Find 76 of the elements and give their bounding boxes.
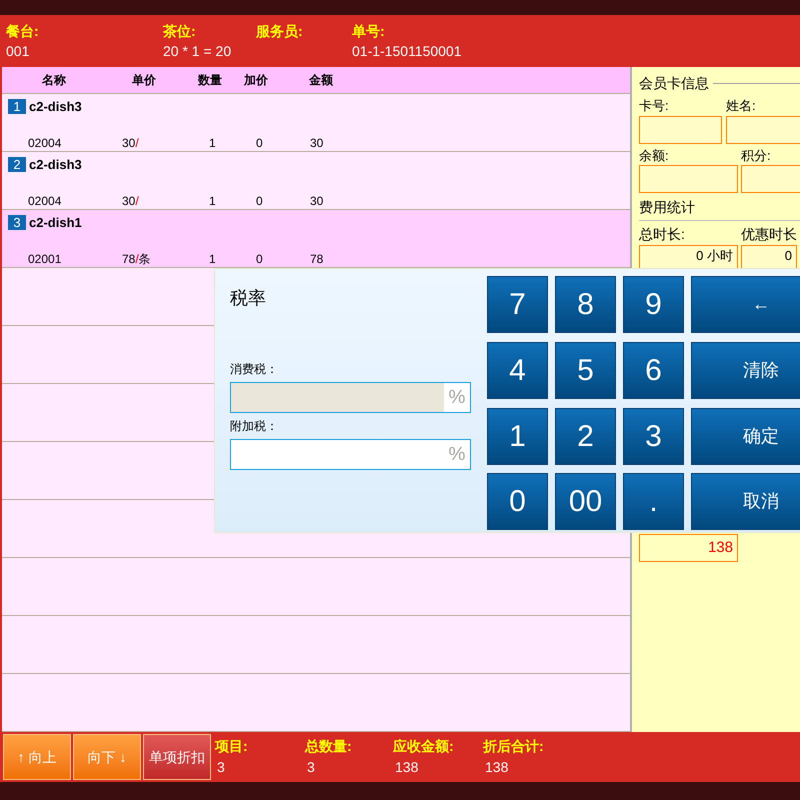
summary-value: 138 <box>394 758 420 777</box>
column-header: 名称 <box>40 72 67 89</box>
quantity: 1 <box>208 192 217 210</box>
dialog-title: 税率 <box>230 287 267 310</box>
summary-label: 项目: <box>215 737 249 756</box>
number-key[interactable]: 00 <box>555 473 616 530</box>
unit-price: 30/ <box>122 134 140 152</box>
field-label: 附加税： <box>230 418 279 435</box>
dish-name: c2-dish3 <box>29 156 82 174</box>
summary-value: 3 <box>306 758 316 777</box>
amount: 78 <box>309 250 324 268</box>
number-key[interactable]: 5 <box>555 342 616 399</box>
number-key[interactable]: 4 <box>487 342 548 399</box>
amount: 30 <box>309 134 324 152</box>
row-number: 3 <box>8 215 26 230</box>
extra-price: 0 <box>255 250 264 268</box>
dish-name: c2-dish3 <box>29 98 82 116</box>
row-number: 1 <box>8 99 26 114</box>
section-title: 会员卡信息 <box>639 74 709 93</box>
dish-code: 02004 <box>28 192 62 210</box>
unit-price: 78/条 <box>122 250 152 268</box>
extra-price: 0 <box>255 134 264 152</box>
header-value: 20 * 1 = 20 <box>163 42 232 61</box>
total-field: 138 <box>639 534 738 562</box>
dish-code: 02004 <box>28 134 62 152</box>
row-number: 2 <box>8 157 26 172</box>
header-label: 服务员: <box>256 22 304 41</box>
percent-sign: % <box>448 386 466 410</box>
section-title: 费用统计 <box>639 197 800 221</box>
order-row[interactable]: 3 c2-dish1 02001 78/条 1 0 78 <box>2 210 630 268</box>
discount-button[interactable]: 单项折扣 <box>143 734 211 780</box>
dish-code: 02001 <box>28 250 62 268</box>
header-label: 单号: <box>352 22 386 41</box>
number-key[interactable]: . <box>623 473 684 530</box>
field-label: 余额: <box>639 146 670 164</box>
summary-value: 138 <box>484 758 510 777</box>
field-label: 消费税： <box>230 361 279 378</box>
summary-value: 3 <box>216 758 226 777</box>
amount: 30 <box>309 192 324 210</box>
quantity: 1 <box>208 250 217 268</box>
number-key[interactable]: 9 <box>623 276 684 333</box>
input-field[interactable] <box>726 116 800 144</box>
header-label: 茶位: <box>163 22 197 41</box>
number-key[interactable]: 0 <box>487 473 548 530</box>
dish-name: c2-dish1 <box>29 214 82 232</box>
summary-label: 总数量: <box>305 737 353 756</box>
summary-label: 应收金额: <box>393 737 455 756</box>
unit-price: 30/ <box>122 192 140 210</box>
input-field[interactable] <box>639 116 722 144</box>
summary-label: 折后合计: <box>483 737 545 756</box>
column-header: 单价 <box>131 72 157 89</box>
field-label: 优惠时长 <box>741 225 798 244</box>
number-key[interactable]: 6 <box>623 342 684 399</box>
input-field[interactable] <box>639 165 738 193</box>
action-key[interactable]: 取消 <box>691 473 800 530</box>
field-label: 积分: <box>741 146 772 164</box>
field-label: 姓名: <box>726 97 757 115</box>
number-key[interactable]: 1 <box>487 408 548 464</box>
header-value: 01-1-1501150001 <box>352 42 463 61</box>
field-label: 总时长: <box>639 225 686 244</box>
number-key[interactable]: 2 <box>555 408 616 464</box>
header-value: 001 <box>6 42 30 61</box>
header-label: 餐台: <box>6 22 40 41</box>
column-header: 金额 <box>309 72 334 89</box>
number-key[interactable]: 7 <box>487 276 548 333</box>
field-label: 卡号: <box>639 97 670 115</box>
action-key[interactable]: 清除 <box>691 342 800 399</box>
column-header: 加价 <box>244 72 269 89</box>
column-header: 数量 <box>196 72 223 89</box>
action-key[interactable]: ← <box>691 276 800 333</box>
quantity: 1 <box>208 134 217 152</box>
number-key[interactable]: 3 <box>623 408 684 464</box>
percent-sign: % <box>448 443 466 467</box>
action-key[interactable]: 确定 <box>691 408 800 464</box>
extra-price: 0 <box>255 192 264 210</box>
number-key[interactable]: 8 <box>555 276 616 333</box>
